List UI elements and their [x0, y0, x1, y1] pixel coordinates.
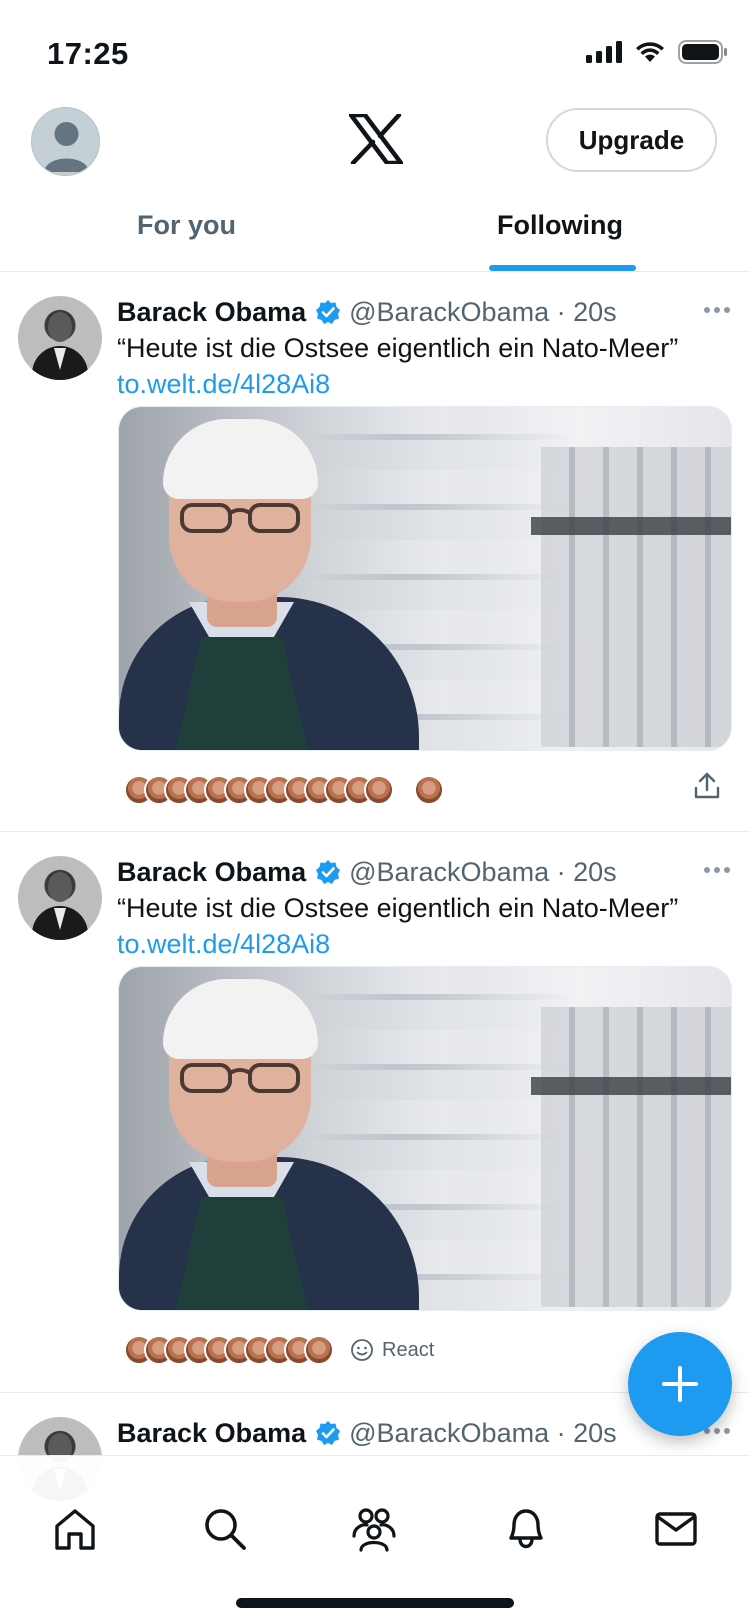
verified-badge-icon	[316, 1421, 341, 1445]
messages-icon[interactable]	[653, 1506, 699, 1552]
author-avatar[interactable]	[18, 296, 102, 380]
author-avatar[interactable]	[18, 856, 102, 940]
post-image[interactable]	[118, 406, 732, 751]
post-text: “Heute ist die Ostsee eigentlich ein Nat…	[117, 893, 679, 923]
more-options-icon[interactable]	[702, 860, 732, 880]
post-text: “Heute ist die Ostsee eigentlich ein Nat…	[117, 333, 679, 363]
status-bar: 17:25	[0, 0, 750, 100]
cellular-signal-icon	[586, 41, 622, 63]
x-logo-icon[interactable]	[349, 114, 403, 164]
react-label: React	[382, 1338, 435, 1361]
top-header: Upgrade	[0, 100, 750, 200]
home-indicator	[236, 1598, 514, 1608]
post-image[interactable]	[118, 966, 732, 1311]
search-icon[interactable]	[202, 1506, 248, 1552]
post[interactable]: Barack Obama @BarackObama · 20s “Heute i…	[0, 272, 750, 832]
react-button[interactable]: React	[350, 1338, 434, 1362]
verified-badge-icon	[316, 300, 341, 324]
author-handle-time: @BarackObama · 20s	[349, 856, 617, 887]
active-tab-indicator	[489, 265, 636, 271]
verified-badge-icon	[316, 860, 341, 884]
status-icons	[586, 40, 728, 64]
tab-for-you[interactable]: For you	[137, 210, 236, 241]
author-name[interactable]: Barack Obama	[117, 857, 306, 888]
compose-post-button[interactable]	[628, 1332, 732, 1436]
author-name[interactable]: Barack Obama	[117, 297, 306, 328]
profile-avatar[interactable]	[31, 107, 100, 176]
tab-following[interactable]: Following	[497, 210, 623, 241]
author-name[interactable]: Barack Obama	[117, 1418, 306, 1449]
share-icon[interactable]	[694, 772, 720, 800]
post[interactable]: Barack Obama @BarackObama · 20s “Heute i…	[0, 832, 750, 1393]
post-link[interactable]: to.welt.de/4l28Ai8	[117, 366, 330, 402]
author-handle-time: @BarackObama · 20s	[349, 296, 617, 327]
communities-icon[interactable]	[351, 1506, 397, 1552]
reaction-avatar	[304, 1335, 334, 1365]
post-header: Barack Obama @BarackObama · 20s	[117, 1415, 617, 1451]
plus-icon	[662, 1366, 698, 1402]
wifi-icon	[636, 42, 664, 62]
reaction-avatar	[364, 775, 394, 805]
author-handle-time: @BarackObama · 20s	[349, 1417, 617, 1448]
status-time: 17:25	[47, 36, 129, 71]
more-options-icon[interactable]	[702, 300, 732, 320]
post-header: Barack Obama @BarackObama · 20s	[117, 294, 617, 330]
reaction-faces[interactable]: React	[124, 1334, 434, 1366]
reaction-avatar	[414, 775, 444, 805]
post-link[interactable]: to.welt.de/4l28Ai8	[117, 926, 330, 962]
smiley-icon	[351, 1339, 373, 1361]
reaction-faces[interactable]	[124, 774, 444, 806]
battery-icon	[678, 40, 727, 64]
bottom-navigation	[0, 1455, 750, 1624]
upgrade-button[interactable]: Upgrade	[546, 108, 717, 172]
home-icon[interactable]	[52, 1506, 98, 1552]
post-header: Barack Obama @BarackObama · 20s	[117, 854, 617, 890]
default-avatar-icon	[44, 122, 89, 172]
timeline-tabs: For you Following	[0, 196, 750, 272]
notifications-icon[interactable]	[503, 1506, 549, 1552]
